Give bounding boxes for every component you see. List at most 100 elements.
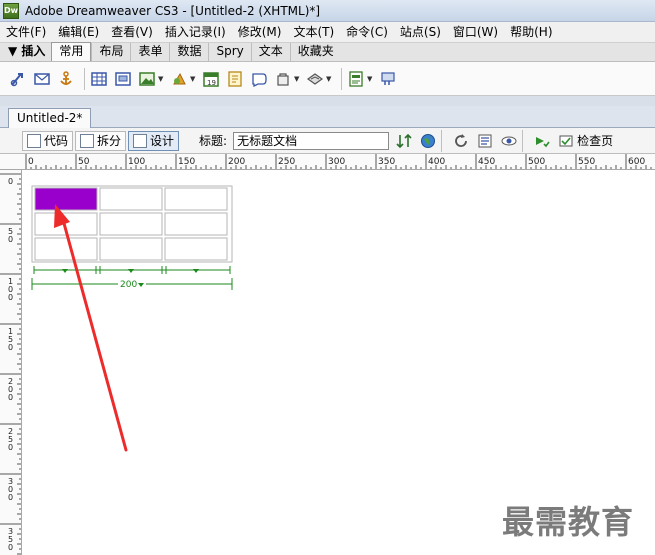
table-cell[interactable] <box>34 237 98 261</box>
selected-table-cell[interactable] <box>34 187 98 211</box>
ruler-label: 400 <box>428 157 445 167</box>
column-dropdown-icon <box>128 269 134 273</box>
table-cell[interactable] <box>99 237 163 261</box>
code-view-button[interactable]: 代码 <box>22 130 74 151</box>
menu-modify[interactable]: 修改(M) <box>232 22 288 42</box>
templates-dropdown-icon[interactable]: ▼ <box>367 75 374 83</box>
tab-common[interactable]: 常用 <box>51 42 92 61</box>
toolbar-separator <box>84 67 85 90</box>
menu-text[interactable]: 文本(T) <box>287 22 340 42</box>
ruler-label: 550 <box>578 157 595 167</box>
tab-forms[interactable]: 表单 <box>130 43 169 61</box>
ruler-label: 300 <box>328 157 345 167</box>
layer-icon[interactable] <box>113 69 133 89</box>
document-tab-strip: Untitled-2* <box>0 106 655 128</box>
menu-bar: 文件(F) 编辑(E) 查看(V) 插入记录(I) 修改(M) 文本(T) 命令… <box>0 22 655 42</box>
ruler-label: 150 <box>178 157 195 167</box>
head-content-icon[interactable] <box>273 69 293 89</box>
email-link-icon[interactable] <box>32 69 52 89</box>
menu-view[interactable]: 查看(V) <box>105 22 159 42</box>
ruler-label: 600 <box>628 157 645 167</box>
horizontal-ruler: 0 50 100 150 200 250 300 350 400 450 500 550 600 <box>0 154 655 170</box>
column-dropdown-icon <box>193 269 199 273</box>
table-icon[interactable] <box>89 69 109 89</box>
media-dropdown-icon[interactable]: ▼ <box>190 75 197 83</box>
head-dropdown-icon[interactable]: ▼ <box>294 75 301 83</box>
ruler-label: 0 <box>28 157 34 167</box>
title-bar: Dw Adobe Dreamweaver CS3 - [Untitled-2 (… <box>0 0 655 22</box>
tag-chooser-icon[interactable] <box>378 69 398 89</box>
ruler-label: 250 <box>278 157 295 167</box>
code-view-icon <box>27 133 41 148</box>
document-title-input[interactable] <box>233 131 390 150</box>
insert-panel-toggle[interactable]: ▼ 插入 <box>0 42 51 61</box>
design-view-button[interactable]: 设计 <box>128 130 180 151</box>
ruler-label: 50 <box>78 157 90 167</box>
named-anchor-icon[interactable] <box>56 69 76 89</box>
tab-layout[interactable]: 布局 <box>91 43 130 61</box>
ruler-label: 350 <box>378 157 395 167</box>
ruler-label: 100 <box>128 157 145 167</box>
view-options-icon[interactable] <box>476 132 494 150</box>
table-cell[interactable] <box>99 212 163 236</box>
toolbar-separator <box>522 129 524 152</box>
toolbar-separator <box>441 129 443 152</box>
svg-text:19: 19 <box>207 79 216 87</box>
media-icon[interactable] <box>169 69 189 89</box>
design-view-icon <box>133 133 148 148</box>
menu-insert-record[interactable]: 插入记录(I) <box>159 22 232 42</box>
check-page-label[interactable]: 检查页 <box>577 132 613 149</box>
column-dropdown-icon <box>62 269 68 273</box>
templates-icon[interactable] <box>346 69 366 89</box>
tab-favorites[interactable]: 收藏夹 <box>289 43 341 61</box>
menu-file[interactable]: 文件(F) <box>0 22 52 42</box>
menu-edit[interactable]: 编辑(E) <box>52 22 105 42</box>
validate-markup-icon[interactable] <box>533 132 551 150</box>
ruler-label: 500 <box>528 157 545 167</box>
split-view-button[interactable]: 拆分 <box>75 130 127 151</box>
split-view-label: 拆分 <box>97 134 122 148</box>
check-page-icon[interactable] <box>557 132 575 150</box>
title-field-label: 标题: <box>199 134 228 148</box>
table-cell[interactable] <box>164 237 228 261</box>
tab-text[interactable]: 文本 <box>250 43 290 61</box>
menu-help[interactable]: 帮助(H) <box>504 22 558 42</box>
menu-commands[interactable]: 命令(C) <box>340 22 394 42</box>
script-icon[interactable] <box>305 69 325 89</box>
design-view-label: 设计 <box>150 134 175 148</box>
ruler-label: 0 <box>8 343 13 352</box>
tab-data[interactable]: 数据 <box>169 43 208 61</box>
file-management-icon[interactable] <box>395 132 413 150</box>
table-cell[interactable] <box>164 212 228 236</box>
date-icon[interactable]: 19 <box>201 69 221 89</box>
ruler-label: 0 <box>8 293 13 302</box>
table-width-guide: 200 <box>31 266 233 290</box>
hyperlink-icon[interactable] <box>8 69 28 89</box>
insert-bar: ▼ 插入 常用 布局 表单 数据 Spry 文本 收藏夹 <box>0 42 655 62</box>
image-dropdown-icon[interactable]: ▼ <box>158 75 165 83</box>
ruler-label: 0 <box>8 543 13 552</box>
menu-window[interactable]: 窗口(W) <box>447 22 504 42</box>
comment-icon[interactable] <box>225 69 245 89</box>
ruler-label: 200 <box>228 157 245 167</box>
table-cell[interactable] <box>164 187 228 211</box>
document-tab-untitled-2[interactable]: Untitled-2* <box>8 108 92 128</box>
image-icon[interactable] <box>137 69 157 89</box>
preview-browser-icon[interactable] <box>419 132 437 150</box>
visual-aids-icon[interactable] <box>500 132 518 150</box>
insert-icon-toolbar: ▼ ▼ 19 ▼ ▼ ▼ <box>0 62 655 96</box>
tab-spry[interactable]: Spry <box>208 43 250 61</box>
script-dropdown-icon[interactable]: ▼ <box>326 75 333 83</box>
split-view-icon <box>80 133 95 148</box>
code-view-label: 代码 <box>44 134 69 148</box>
watermark: 最需教育 <box>502 503 635 541</box>
table-cell[interactable] <box>99 187 163 211</box>
server-include-icon[interactable] <box>249 69 269 89</box>
dreamweaver-app-icon[interactable]: Dw <box>3 2 19 19</box>
ruler-label: 0 <box>8 235 13 244</box>
ruler-label: 0 <box>8 177 13 186</box>
refresh-icon[interactable] <box>452 132 470 150</box>
ruler-label: 0 <box>8 393 13 402</box>
menu-site[interactable]: 站点(S) <box>394 22 447 42</box>
ruler-label: 0 <box>8 443 13 452</box>
